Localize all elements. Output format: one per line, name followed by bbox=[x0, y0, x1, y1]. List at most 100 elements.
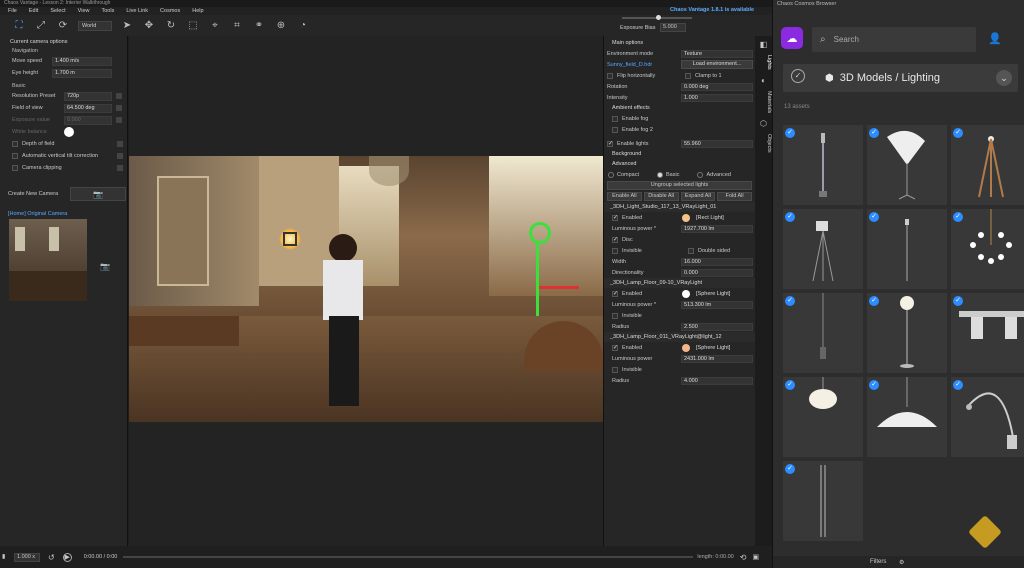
menu-help[interactable]: Help bbox=[192, 8, 203, 14]
walk-mode-icon[interactable]: ⤢ bbox=[34, 19, 48, 33]
fov-link-icon[interactable] bbox=[116, 105, 122, 111]
mode-basic-radio[interactable]: Basic bbox=[657, 171, 679, 178]
load-environment-button[interactable]: Load environment... bbox=[681, 60, 753, 69]
rotation-input[interactable]: 0.000 deg bbox=[681, 82, 753, 91]
light1-color-swatch[interactable] bbox=[682, 213, 690, 222]
loop-icon[interactable]: ⟲ bbox=[740, 553, 747, 562]
reset-icon[interactable]: ↺ bbox=[48, 553, 55, 562]
fov-input[interactable]: 64.500 deg bbox=[64, 103, 112, 113]
light1-invisible-checkbox[interactable] bbox=[612, 247, 618, 254]
timeline-track[interactable] bbox=[123, 556, 694, 558]
flip-horizontal-checkbox[interactable] bbox=[607, 72, 613, 79]
link-tool-icon[interactable]: ⚭ bbox=[252, 19, 266, 33]
menu-select[interactable]: Select bbox=[50, 8, 65, 14]
enable-lights-checkbox[interactable] bbox=[607, 140, 613, 147]
asset-tile[interactable]: ✓ bbox=[783, 293, 863, 373]
white-balance-swatch[interactable] bbox=[64, 127, 74, 137]
light2-power-input[interactable]: 513.300 lm bbox=[681, 300, 753, 309]
cosmos-search-input[interactable]: ⌕ Search bbox=[812, 27, 976, 52]
menu-cosmos[interactable]: Cosmos bbox=[160, 8, 180, 14]
lights-intensity-input[interactable]: 55.960 bbox=[681, 139, 753, 148]
clamp-checkbox[interactable] bbox=[685, 72, 691, 79]
focus-tool-icon[interactable]: ⊕ bbox=[274, 19, 288, 33]
play-icon[interactable]: ▶ bbox=[62, 552, 72, 562]
select-all-icon[interactable]: ✓ bbox=[791, 69, 805, 83]
menu-file[interactable]: File bbox=[8, 8, 17, 14]
user-icon[interactable]: 👤 bbox=[986, 30, 1004, 48]
tab-materials[interactable]: Materials bbox=[755, 85, 772, 119]
tilt-link-icon[interactable] bbox=[117, 153, 123, 159]
create-camera-button[interactable]: 📷 bbox=[70, 187, 126, 201]
hdri-file[interactable]: Sunny_field_D.hdr bbox=[607, 62, 681, 68]
dof-link-icon[interactable] bbox=[117, 141, 123, 147]
scale-tool-icon[interactable]: ⬚ bbox=[186, 19, 200, 33]
fold-all-button[interactable]: Fold All bbox=[717, 192, 752, 201]
render-viewport[interactable] bbox=[129, 36, 603, 546]
light-header-3[interactable]: _3DH_Lamp_Floor_011_VRayLight@light_12 bbox=[604, 332, 755, 342]
light2-radius-input[interactable]: 2.500 bbox=[681, 322, 753, 331]
filters-bar[interactable]: Filters ⚙ bbox=[773, 556, 1024, 568]
objects-tab-icon[interactable]: ⬡ bbox=[755, 119, 772, 128]
ungroup-lights-button[interactable]: Ungroup selected lights bbox=[607, 181, 752, 190]
asset-tile[interactable]: ✓ bbox=[867, 293, 947, 373]
section-ambient-effects[interactable]: Ambient effects bbox=[604, 103, 755, 113]
timeline-menu-icon[interactable]: ▮ bbox=[2, 553, 5, 560]
clip-icon[interactable]: ▣ bbox=[752, 553, 759, 561]
light3-invisible-checkbox[interactable] bbox=[612, 366, 618, 373]
depth-of-field-checkbox[interactable] bbox=[12, 141, 18, 147]
mode-compact-radio[interactable]: Compact bbox=[608, 171, 639, 178]
camera-settings-icon[interactable]: 📷 bbox=[100, 262, 110, 271]
env-mode-select[interactable]: Texture bbox=[681, 49, 753, 58]
enable-all-button[interactable]: Enable All bbox=[607, 192, 642, 201]
menu-tools[interactable]: Tools bbox=[101, 8, 114, 14]
asset-tile[interactable]: ✓ bbox=[951, 209, 1024, 289]
camera-thumbnail[interactable] bbox=[9, 219, 87, 301]
cosmos-logo-icon[interactable]: ☁ bbox=[781, 27, 803, 49]
exposure-link-icon[interactable] bbox=[116, 117, 122, 123]
light1-power-input[interactable]: 1927.700 lm bbox=[681, 224, 753, 233]
rotate-tool-icon[interactable]: ↻ bbox=[164, 19, 178, 33]
light1-width-input[interactable]: 16.000 bbox=[681, 257, 753, 266]
light1-disc-checkbox[interactable] bbox=[612, 236, 618, 243]
disable-all-button[interactable]: Disable All bbox=[643, 192, 679, 201]
section-camera-options[interactable]: Current camera options bbox=[0, 38, 127, 47]
light3-power-input[interactable]: 2431.000 lm bbox=[681, 354, 753, 363]
expand-all-button[interactable]: Expand All bbox=[680, 192, 716, 201]
snap-tool-icon[interactable]: ⌖ bbox=[208, 19, 222, 33]
light1-enabled-checkbox[interactable] bbox=[612, 214, 618, 221]
light3-color-swatch[interactable] bbox=[682, 343, 690, 352]
chevron-down-icon[interactable]: ⌄ bbox=[996, 70, 1012, 86]
orbit-mode-icon[interactable]: ⟳ bbox=[56, 19, 70, 33]
asset-tile[interactable]: ✓ bbox=[867, 377, 947, 457]
light3-radius-input[interactable]: 4.000 bbox=[681, 376, 753, 385]
auto-tilt-checkbox[interactable] bbox=[12, 153, 18, 159]
light2-color-swatch[interactable] bbox=[682, 289, 690, 298]
enable-fog2-checkbox[interactable] bbox=[612, 126, 618, 133]
playback-speed-select[interactable]: 1.000 x bbox=[14, 552, 40, 562]
tab-lights[interactable]: Lights bbox=[755, 49, 772, 76]
asset-tile[interactable]: ✓ bbox=[867, 209, 947, 289]
asset-tile[interactable]: ✓ bbox=[783, 377, 863, 457]
asset-tile[interactable]: ✓ bbox=[783, 209, 863, 289]
light1-double-checkbox[interactable] bbox=[688, 247, 694, 254]
enable-fog-checkbox[interactable] bbox=[612, 115, 618, 122]
light2-invisible-checkbox[interactable] bbox=[612, 312, 618, 319]
light-header-2[interactable]: _3DH_Lamp_Floor_09-10_VRayLight bbox=[604, 278, 755, 288]
asset-tile[interactable]: ✓ bbox=[867, 125, 947, 205]
light3-enabled-checkbox[interactable] bbox=[612, 344, 618, 351]
camera-name[interactable]: [Home] Original Camera bbox=[8, 211, 67, 217]
scene-render[interactable] bbox=[129, 156, 603, 422]
space-select[interactable]: World bbox=[78, 20, 112, 31]
move-speed-input[interactable]: 1.400 m/s bbox=[52, 56, 112, 66]
asset-tile[interactable]: ✓ bbox=[783, 125, 863, 205]
camera-mode-icon[interactable]: ⛶ bbox=[12, 19, 26, 33]
materials-tab-icon[interactable]: ◐ bbox=[755, 76, 772, 85]
update-notice[interactable]: Chaos Vantage 1.8.1 is available bbox=[670, 7, 754, 13]
light1-dir-input[interactable]: 0.000 bbox=[681, 268, 753, 277]
section-main-options[interactable]: Main options bbox=[604, 38, 755, 48]
camera-tab-icon[interactable]: ◧ bbox=[755, 36, 772, 49]
camera-clipping-checkbox[interactable] bbox=[12, 165, 18, 171]
menu-live-link[interactable]: Live Link bbox=[126, 8, 148, 14]
asset-tile[interactable]: ✓ bbox=[951, 377, 1024, 457]
sun-tool-icon[interactable]: ◔ bbox=[296, 19, 310, 33]
